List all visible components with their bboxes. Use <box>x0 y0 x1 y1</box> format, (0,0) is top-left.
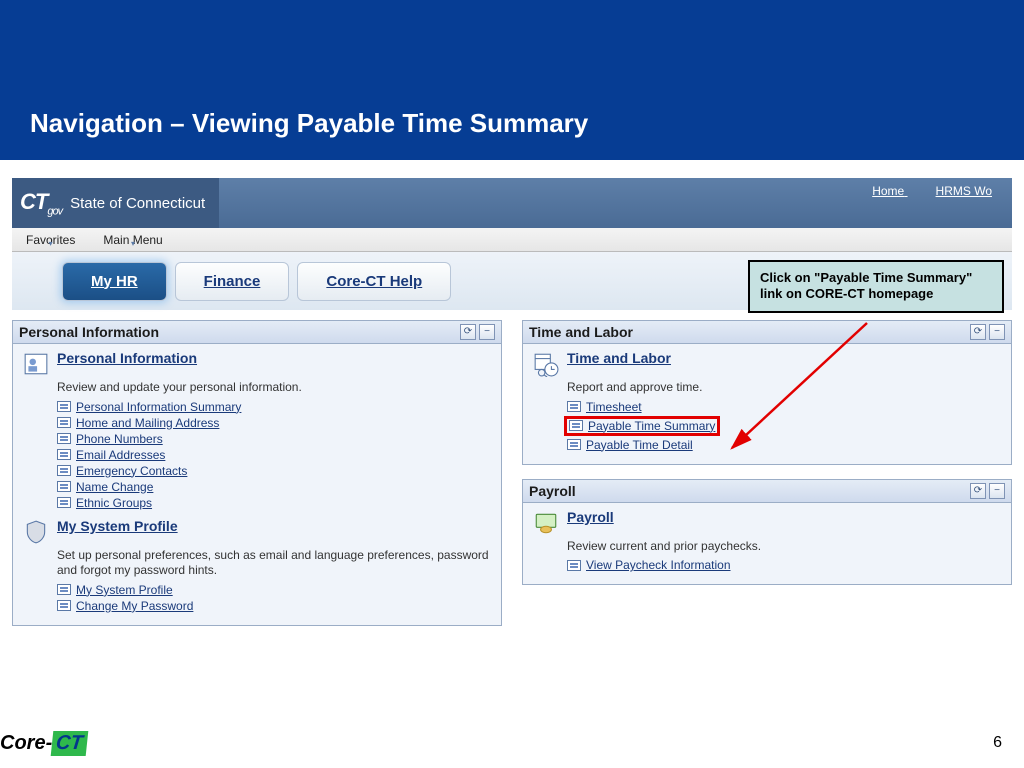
sublink-phone-numbers[interactable]: Phone Numbers <box>76 432 163 446</box>
slide-header: Navigation – Viewing Payable Time Summar… <box>0 0 1024 160</box>
core-ct-logo: Core-CT <box>0 731 87 756</box>
portlet-payroll: Payroll ⟳ − Payroll Review current and p… <box>522 479 1012 586</box>
topbar-links: Home HRMS Wo <box>844 184 992 198</box>
document-icon <box>57 600 71 611</box>
slide-title: Navigation – Viewing Payable Time Summar… <box>30 108 1024 139</box>
tab-help[interactable]: Core-CT Help <box>297 262 451 301</box>
refresh-icon[interactable]: ⟳ <box>460 324 476 340</box>
sublink-payable-time-detail[interactable]: Payable Time Detail <box>586 438 693 452</box>
topbar-link-home[interactable]: Home <box>872 184 904 198</box>
link-time-labor[interactable]: Time and Labor <box>567 350 671 366</box>
document-icon <box>57 401 71 412</box>
sublink-my-system-profile[interactable]: My System Profile <box>76 583 173 597</box>
sublink-personal-information-summary[interactable]: Personal Information Summary <box>76 400 241 414</box>
highlight-payable-time-summary: Payable Time Summary <box>564 416 720 436</box>
topbar: CTgov State of Connecticut Home HRMS Wo <box>12 178 1012 228</box>
shield-icon <box>21 518 51 546</box>
topbar-link-hrms[interactable]: HRMS Wo <box>936 184 992 198</box>
sublink-home-and-mailing-address[interactable]: Home and Mailing Address <box>76 416 219 430</box>
document-icon <box>57 417 71 428</box>
sublink-row: View Paycheck Information <box>567 558 1003 572</box>
sublink-email-addresses[interactable]: Email Addresses <box>76 448 165 462</box>
tab-finance[interactable]: Finance <box>175 262 290 301</box>
document-icon <box>567 560 581 571</box>
menu-favorites[interactable]: Favorites <box>12 233 89 247</box>
sublink-change-my-password[interactable]: Change My Password <box>76 599 193 613</box>
tab-myhr[interactable]: My HR <box>62 262 167 301</box>
menu-main[interactable]: Main Menu <box>89 233 176 247</box>
sublink-row: Email Addresses <box>57 448 493 462</box>
sublink-emergency-contacts[interactable]: Emergency Contacts <box>76 464 187 478</box>
app-screenshot: CTgov State of Connecticut Home HRMS Wo … <box>12 178 1012 626</box>
sublink-row: My System Profile <box>57 583 493 597</box>
link-system-profile[interactable]: My System Profile <box>57 518 178 534</box>
portlet-title: Time and Labor <box>529 324 633 340</box>
document-icon <box>57 465 71 476</box>
collapse-icon[interactable]: − <box>989 324 1005 340</box>
person-icon <box>21 350 51 378</box>
desc-payroll: Review current and prior paychecks. <box>567 539 1003 555</box>
refresh-icon[interactable]: ⟳ <box>970 324 986 340</box>
desc-system-profile: Set up personal preferences, such as ema… <box>57 548 493 579</box>
left-column: Personal Information ⟳ − Personal Inform… <box>12 320 502 626</box>
sublink-view-paycheck-information[interactable]: View Paycheck Information <box>586 558 731 572</box>
link-payroll[interactable]: Payroll <box>567 509 614 525</box>
collapse-icon[interactable]: − <box>479 324 495 340</box>
page-number: 6 <box>993 734 1002 752</box>
sublink-row: Personal Information Summary <box>57 400 493 414</box>
document-icon <box>567 401 581 412</box>
portlet-title: Personal Information <box>19 324 159 340</box>
ctgov-logo: CTgov State of Connecticut <box>12 178 219 228</box>
logo-ct: CTgov <box>20 189 62 217</box>
sublink-payable-time-summary[interactable]: Payable Time Summary <box>588 419 715 433</box>
sublink-row: Emergency Contacts <box>57 464 493 478</box>
instruction-callout: Click on "Payable Time Summary" link on … <box>748 260 1004 313</box>
desc-personal-info: Review and update your personal informat… <box>57 380 493 396</box>
sublink-row: Home and Mailing Address <box>57 416 493 430</box>
document-icon <box>57 481 71 492</box>
link-personal-info[interactable]: Personal Information <box>57 350 197 366</box>
sublink-timesheet[interactable]: Timesheet <box>586 400 642 414</box>
document-icon <box>57 497 71 508</box>
sublink-row: Change My Password <box>57 599 493 613</box>
paycheck-icon <box>531 509 561 537</box>
clock-calendar-icon <box>531 350 561 378</box>
sublink-row: Ethnic Groups <box>57 496 493 510</box>
sublink-row: Phone Numbers <box>57 432 493 446</box>
org-name: State of Connecticut <box>70 195 205 212</box>
menubar: Favorites Main Menu <box>12 228 1012 252</box>
portlet-title: Payroll <box>529 483 576 499</box>
document-icon <box>57 449 71 460</box>
sublink-row: Name Change <box>57 480 493 494</box>
document-icon <box>57 584 71 595</box>
document-icon <box>567 439 581 450</box>
document-icon <box>569 420 583 431</box>
sublink-name-change[interactable]: Name Change <box>76 480 153 494</box>
document-icon <box>57 433 71 444</box>
portlet-personal-info: Personal Information ⟳ − Personal Inform… <box>12 320 502 626</box>
collapse-icon[interactable]: − <box>989 483 1005 499</box>
arrow-annotation <box>702 318 882 468</box>
refresh-icon[interactable]: ⟳ <box>970 483 986 499</box>
sublink-ethnic-groups[interactable]: Ethnic Groups <box>76 496 152 510</box>
